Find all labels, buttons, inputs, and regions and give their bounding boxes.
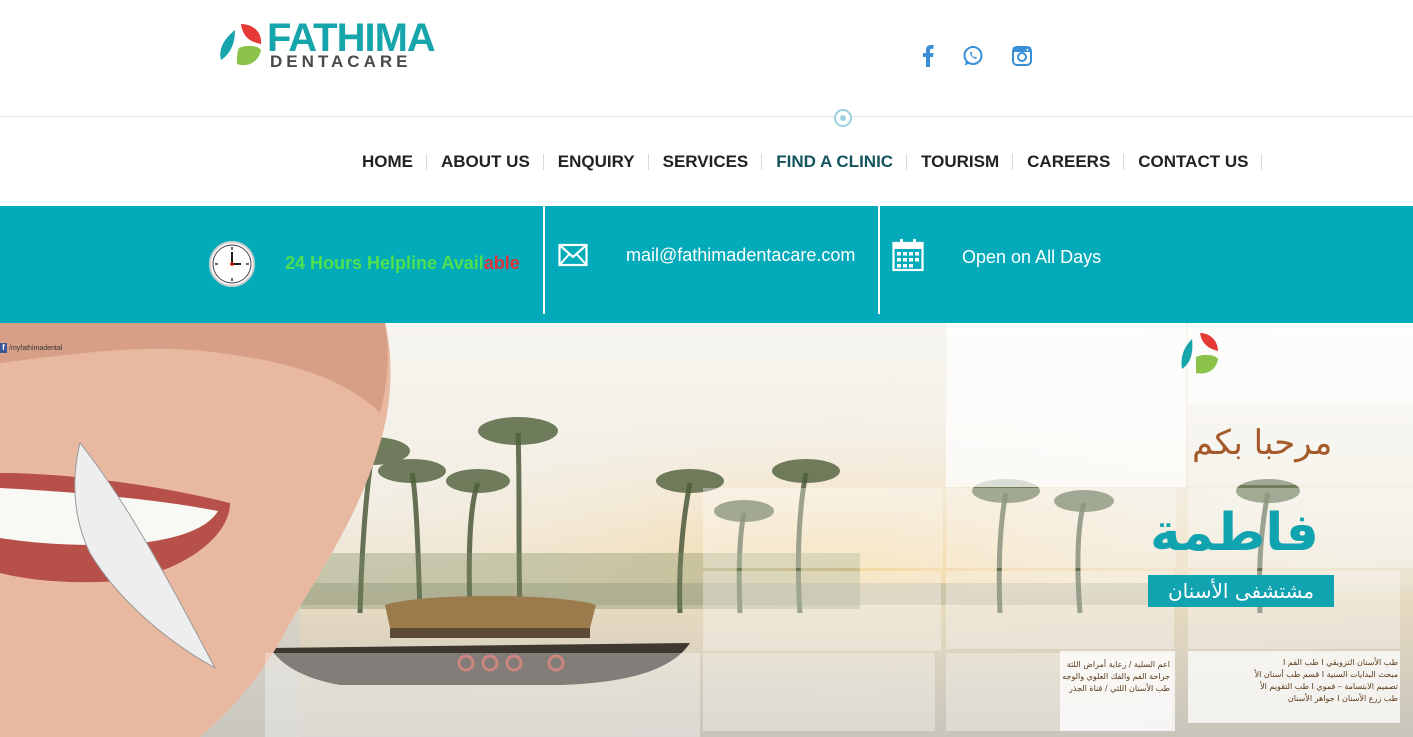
nav-services[interactable]: SERVICES [649,148,763,176]
info-divider [878,206,880,314]
arabic-brand-text: فاطمة [1150,503,1319,563]
nav-home[interactable]: HOME [348,148,427,176]
nav-find-a-clinic[interactable]: FIND A CLINIC [762,148,907,176]
facebook-link[interactable] [917,42,939,70]
nav-contact-us[interactable]: CONTACT US [1124,148,1263,176]
arabic-service-item: طب الأسنان اللثي / قناة الجذر [1069,684,1170,693]
arabic-service-item: جراحة الفم والفك العلوي والوجه [1062,672,1170,681]
whatsapp-link[interactable] [961,42,985,70]
logo-drop-icon [220,24,262,66]
helpline-text: 24 Hours Helpline Available [285,253,520,274]
arabic-service-item: طب زرع الأسنان I جواهر الأسنان [1287,694,1398,703]
nav-about-us[interactable]: ABOUT US [427,148,544,176]
facebook-handle-label: f /myfathimadental [0,343,62,353]
arabic-service-item: تصميم الابتسامة – فموي I طب التقويم الأ [1260,682,1398,691]
arabic-service-item: اعم السلية / رعاية أمراض اللثة [1066,660,1170,669]
arabic-services-list-right: طب الأسنان التزويقي I طب الفم I مبحث الب… [1190,657,1398,705]
facebook-handle-text: /myfathimadental [9,344,63,352]
nav-careers[interactable]: CAREERS [1013,148,1125,176]
arabic-service-item: طب الأسنان التزويقي I طب الفم I [1283,658,1398,667]
site-header: FATHIMA DENTACARE [0,0,1413,117]
brand-logo[interactable]: FATHIMA DENTACARE [215,16,455,74]
hero-banner[interactable]: f /myfathimadental مرحبا بكم فاطمة مشتشف… [0,323,1413,737]
whatsapp-icon [963,46,983,66]
nav-enquiry[interactable]: ENQUIRY [544,148,649,176]
clock-icon [209,241,255,287]
mail-icon [558,243,588,267]
arabic-service-item: مبحث البدايات السنية I قسم طب أسنان الأ [1254,670,1398,679]
helpline-text-part: 24 Hours Helpline Avail [285,253,484,273]
info-divider [543,206,545,314]
opening-hours-text: Open on All Days [962,247,1102,267]
arabic-services-list-left: اعم السلية / رعاية أمراض اللثة جراحة الف… [1062,659,1170,695]
slider-dot-indicator[interactable] [834,109,852,127]
facebook-icon [923,45,934,67]
arabic-welcome-text: مرحبا بكم [1192,423,1333,463]
brand-subname: DENTACARE [270,52,412,71]
calendar-icon [892,239,924,272]
nav-tourism[interactable]: TOURISM [907,148,1014,176]
main-nav: HOME ABOUT US ENQUIRY SERVICES FIND A CL… [348,148,1263,176]
arabic-hospital-label: مشتشفى الأسنان [1148,575,1334,607]
instagram-icon [1012,46,1032,66]
facebook-small-icon: f [0,343,7,353]
email-link[interactable]: mail@fathimadentacare.com [626,245,855,266]
instagram-link[interactable] [1010,42,1034,70]
helpline-text-highlight: able [483,253,520,273]
